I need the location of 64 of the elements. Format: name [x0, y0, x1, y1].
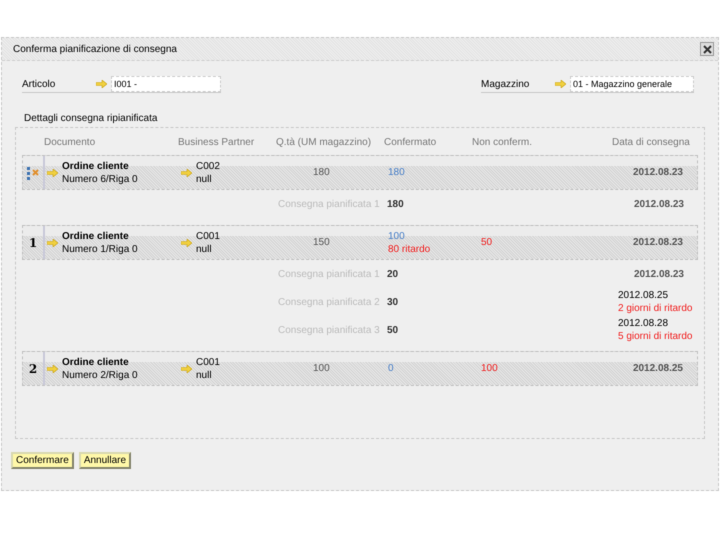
- confirmed-cell-text: 100: [388, 230, 406, 242]
- date-cell: 2012.08.25: [632, 363, 683, 374]
- unconfirmed-cell: 100: [481, 363, 498, 374]
- row-number: 2: [28, 362, 38, 376]
- document-type: Ordine cliente: [62, 160, 130, 172]
- delay-text: 5 giorni di ritardo: [617, 330, 692, 343]
- window-title: Conferma pianificazione di consegna: [13, 44, 177, 54]
- dialog-button[interactable]: Annullare: [78, 452, 132, 469]
- arrow-icon[interactable]: [47, 364, 58, 372]
- quantity-cell: 150: [313, 237, 330, 248]
- confirmed-cell-text: 180: [388, 166, 406, 179]
- arrow-icon[interactable]: [181, 168, 192, 176]
- quantity-cell: 100: [313, 363, 330, 374]
- partner-name: null: [196, 242, 213, 256]
- section-title: Dettagli consegna ripianificata: [23, 112, 158, 126]
- column-header: Q.tà (UM magazzino): [276, 136, 372, 148]
- delivery-quantity: 30: [386, 296, 400, 308]
- partner-name: null: [196, 172, 213, 186]
- tree-split-icon[interactable]: [26, 166, 40, 180]
- input-field[interactable]: 01 - Magazzino generale: [570, 76, 694, 92]
- delivery-date: 2012.08.28: [617, 317, 668, 330]
- delivery-date: 2012.08.23: [634, 198, 684, 210]
- arrow-icon[interactable]: [47, 168, 58, 176]
- delivery-quantity: 50: [386, 324, 400, 336]
- field-label: Articolo: [22, 78, 56, 90]
- arrow-icon[interactable]: [47, 238, 58, 246]
- partner-code: C001: [196, 356, 220, 368]
- field-label: Magazzino: [481, 78, 530, 90]
- document-type: Ordine cliente: [62, 356, 130, 368]
- column-header: Confermato: [384, 136, 438, 148]
- arrow-icon[interactable]: [181, 364, 192, 372]
- arrow-icon[interactable]: [555, 80, 566, 88]
- input-field[interactable]: I001 -: [111, 76, 221, 92]
- delivery-date: 2012.08.23: [634, 268, 684, 280]
- partner-name: null: [196, 368, 213, 382]
- quantity-cell: 180: [313, 167, 330, 178]
- partner-code: C001: [196, 230, 220, 242]
- close-icon: [702, 44, 712, 54]
- document-type: Ordine cliente: [62, 230, 130, 242]
- document-number: Numero 1/Riga 0: [62, 242, 138, 256]
- order-row[interactable]: 2 Ordine cliente Numero 2/Riga 0 C001 null 100 0 100 2012.08.25: [22, 351, 698, 386]
- dialog-button[interactable]: Confermare: [11, 452, 74, 469]
- arrow-icon[interactable]: [181, 238, 192, 246]
- document-number: Numero 6/Riga 0: [62, 172, 138, 186]
- delivery-quantity: 180: [386, 198, 405, 210]
- order-row[interactable]: Ordine cliente Numero 6/Riga 0 C002 null 180 180 2012.08.23: [22, 155, 698, 190]
- delay-text: 2 giorni di ritardo: [617, 302, 692, 315]
- delivery-date: 2012.08.25: [617, 289, 668, 302]
- column-header: Non conferm.: [472, 136, 534, 148]
- order-row[interactable]: 1 Ordine cliente Numero 1/Riga 0 C001 null 150 100 80 ritardo 50 2012.08.23: [22, 225, 698, 260]
- document-number: Numero 2/Riga 0: [62, 368, 138, 382]
- date-cell: 2012.08.23: [632, 167, 683, 178]
- date-cell: 2012.08.23: [632, 237, 683, 248]
- column-header: Business Partner: [178, 136, 256, 148]
- row-number: 1: [28, 236, 38, 250]
- delivery-quantity: 20: [386, 268, 400, 280]
- delay-text: 80 ritardo: [388, 242, 432, 256]
- close-button[interactable]: [700, 42, 714, 56]
- column-header: Documento: [44, 136, 96, 148]
- unconfirmed-cell: 50: [481, 237, 492, 248]
- arrow-icon[interactable]: [96, 80, 107, 88]
- confirmed-cell-text: 0: [388, 362, 395, 375]
- column-header: Data di consegna: [612, 136, 691, 148]
- partner-code: C002: [196, 160, 220, 172]
